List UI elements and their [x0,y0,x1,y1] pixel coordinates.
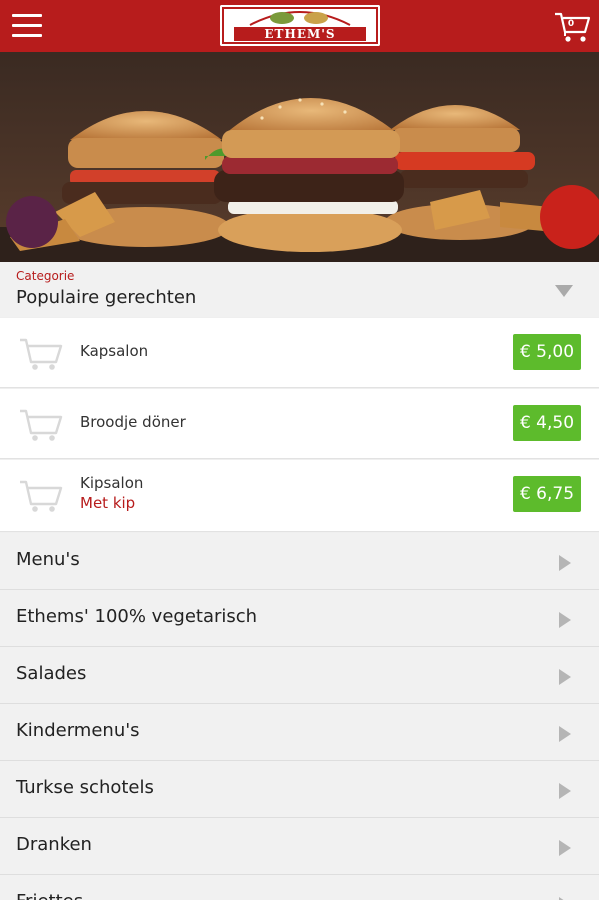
cart-count-badge: 0 [567,19,575,29]
shopping-cart-icon[interactable]: 0 [553,10,591,44]
add-to-cart-icon[interactable] [18,474,64,514]
triangle-down-icon [555,285,573,297]
product-name: Kapsalon [80,342,149,360]
category-label: Categorie [16,269,75,283]
category-item-label: Menu's [16,549,80,570]
category-item-label: Ethems' 100% vegetarisch [16,606,258,627]
price-button[interactable]: € 5,00 [513,334,581,370]
hero-burger-image [0,52,599,262]
triangle-right-icon [559,669,571,685]
category-selected-value: Populaire gerechten [16,287,197,308]
triangle-right-icon [559,555,571,571]
price-button[interactable]: € 6,75 [513,476,581,512]
triangle-right-icon [559,840,571,856]
category-item-label: Kindermenu's [16,720,140,741]
app-header: ETHEM'S 0 [0,0,599,52]
category-item-turkse-schotels[interactable]: Turkse schotels [0,761,599,818]
triangle-right-icon [559,783,571,799]
category-item-label: Turkse schotels [16,777,154,798]
product-row-broodje-doner[interactable]: Broodje döner € 4,50 [0,389,599,459]
category-dropdown[interactable]: Categorie Populaire gerechten [0,262,599,317]
category-item-friettes[interactable]: Friettes [0,875,599,900]
product-row-kapsalon[interactable]: Kapsalon € 5,00 [0,318,599,388]
category-item-vegetarisch[interactable]: Ethems' 100% vegetarisch [0,590,599,647]
product-row-kipsalon[interactable]: Kipsalon Met kip € 6,75 [0,460,599,532]
product-name: Kipsalon [80,474,144,492]
category-item-label: Friettes [16,891,83,900]
category-item-label: Salades [16,663,87,684]
hamburger-menu-icon[interactable] [12,14,42,38]
price-button[interactable]: € 4,50 [513,405,581,441]
add-to-cart-icon[interactable] [18,403,64,443]
product-subtitle: Met kip [80,494,136,512]
category-item-menus[interactable]: Menu's [0,533,599,590]
restaurant-logo[interactable]: ETHEM'S [220,5,380,46]
add-to-cart-icon[interactable] [18,332,64,372]
product-name: Broodje döner [80,413,186,431]
category-item-kindermenus[interactable]: Kindermenu's [0,704,599,761]
category-item-salades[interactable]: Salades [0,647,599,704]
svg-text:ETHEM'S: ETHEM'S [264,27,335,41]
category-item-label: Dranken [16,834,92,855]
triangle-right-icon [559,612,571,628]
category-item-dranken[interactable]: Dranken [0,818,599,875]
triangle-right-icon [559,726,571,742]
